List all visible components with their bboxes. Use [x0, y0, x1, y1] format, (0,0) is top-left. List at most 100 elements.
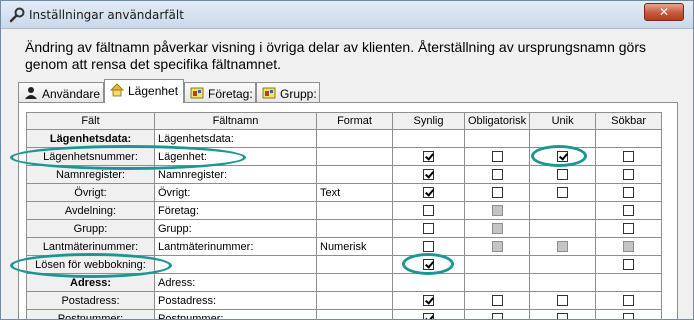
- obligatorisk-cell: [463, 255, 531, 274]
- field-label: Lantmäterinummer:: [26, 237, 155, 256]
- field-name-cell[interactable]: Adress:: [154, 273, 317, 292]
- sokbar-checkbox[interactable]: [623, 223, 635, 235]
- tab-panel-lagenhet: Fält Fältnamn Format Synlig Obligatorisk…: [10, 102, 678, 319]
- format-cell[interactable]: [316, 129, 393, 148]
- field-name-cell[interactable]: Övrigt:: [154, 183, 317, 202]
- sokbar-checkbox[interactable]: [623, 259, 635, 271]
- header-format[interactable]: Format: [316, 112, 393, 130]
- obligatorisk-cell: [463, 201, 531, 220]
- close-button[interactable]: ✕: [644, 3, 684, 21]
- format-cell[interactable]: Text: [316, 183, 393, 202]
- header-sokbar[interactable]: Sökbar: [595, 112, 663, 130]
- format-cell[interactable]: [316, 147, 393, 166]
- field-name-cell[interactable]: Postnummer:: [154, 309, 317, 319]
- obligatorisk-checkbox[interactable]: [491, 313, 503, 319]
- unik-checkbox[interactable]: [557, 187, 569, 199]
- settings-window: Inställningar användarfält ✕ Ändring av …: [0, 0, 694, 320]
- field-label: Grupp:: [26, 219, 155, 238]
- unik-checkbox[interactable]: [557, 169, 569, 181]
- obligatorisk-cell: [463, 147, 531, 166]
- obligatorisk-cell: [463, 165, 531, 184]
- sokbar-cell: [595, 309, 663, 319]
- sokbar-cell: [595, 291, 663, 310]
- obligatorisk-checkbox[interactable]: [491, 169, 503, 181]
- obligatorisk-checkbox: [491, 205, 503, 217]
- field-name-cell[interactable]: Företag:: [154, 201, 317, 220]
- synlig-checkbox[interactable]: [423, 223, 434, 235]
- header-synlig[interactable]: Synlig: [392, 112, 465, 130]
- sokbar-checkbox[interactable]: [623, 187, 635, 199]
- synlig-checkbox[interactable]: [423, 169, 434, 181]
- sokbar-checkbox[interactable]: [623, 295, 635, 307]
- unik-checkbox[interactable]: [557, 295, 569, 307]
- synlig-checkbox[interactable]: [423, 151, 434, 163]
- format-cell[interactable]: [316, 291, 393, 310]
- header-faltnamn[interactable]: Fältnamn: [154, 112, 317, 130]
- tab-grupp[interactable]: Grupp:: [256, 82, 320, 103]
- synlig-cell: [392, 291, 465, 310]
- synlig-cell: [392, 201, 465, 220]
- field-name-cell[interactable]: Lägenhet:: [154, 147, 317, 166]
- header-obligatorisk[interactable]: Obligatorisk: [463, 112, 531, 130]
- table-row: Lösen för webbokning:: [26, 255, 663, 274]
- unik-checkbox[interactable]: [557, 313, 569, 319]
- field-label: Namnregister:: [26, 165, 155, 184]
- unik-cell: [529, 219, 597, 238]
- window-title: Inställningar användarfält: [29, 8, 184, 22]
- unik-checkbox: [557, 241, 569, 253]
- format-cell[interactable]: [316, 309, 393, 319]
- sokbar-cell: [595, 147, 663, 166]
- unik-cell: [529, 129, 597, 148]
- sokbar-checkbox: [623, 241, 635, 253]
- synlig-checkbox[interactable]: [423, 259, 434, 271]
- unik-checkbox[interactable]: [557, 151, 569, 163]
- tab-lagenhet-label: Lägenhet: [128, 84, 179, 98]
- field-label: Postadress:: [26, 291, 155, 310]
- format-cell[interactable]: [316, 255, 393, 274]
- table-row: Övrigt: Övrigt: Text: [26, 183, 663, 202]
- user-icon: [25, 87, 37, 99]
- field-label: Avdelning:: [26, 201, 155, 220]
- sokbar-checkbox[interactable]: [623, 169, 635, 181]
- unik-cell: [529, 255, 597, 274]
- house-icon: [110, 83, 124, 97]
- sokbar-cell: [595, 129, 663, 148]
- field-name-cell[interactable]: Grupp:: [154, 219, 317, 238]
- obligatorisk-checkbox[interactable]: [491, 295, 503, 307]
- format-cell[interactable]: [316, 165, 393, 184]
- field-label: Övrigt:: [26, 183, 155, 202]
- header-falt[interactable]: Fält: [26, 112, 155, 130]
- format-cell[interactable]: [316, 219, 393, 238]
- tab-anvandare[interactable]: Användare: [18, 82, 104, 103]
- obligatorisk-checkbox[interactable]: [491, 151, 503, 163]
- format-cell[interactable]: [316, 201, 393, 220]
- close-icon: ✕: [658, 5, 670, 19]
- field-name-cell[interactable]: Namnregister:: [154, 165, 317, 184]
- field-name-cell[interactable]: Lägenhetsdata:: [154, 129, 317, 148]
- field-name-cell[interactable]: Postadress:: [154, 291, 317, 310]
- format-cell[interactable]: Numerisk: [316, 237, 393, 256]
- table-row: Postadress: Postadress:: [26, 291, 663, 310]
- tab-foretag-label: Företag:: [208, 87, 253, 101]
- unik-cell: [529, 201, 597, 220]
- field-name-cell[interactable]: [154, 255, 317, 274]
- obligatorisk-cell: [463, 219, 531, 238]
- tab-lagenhet[interactable]: Lägenhet: [104, 79, 184, 103]
- tab-foretag[interactable]: Företag:: [184, 82, 256, 103]
- format-cell[interactable]: [316, 273, 393, 292]
- synlig-checkbox[interactable]: [423, 295, 434, 307]
- synlig-checkbox[interactable]: [423, 187, 434, 199]
- wrench-icon: [9, 7, 25, 23]
- obligatorisk-checkbox: [491, 241, 503, 253]
- synlig-checkbox[interactable]: [423, 313, 434, 319]
- obligatorisk-checkbox[interactable]: [491, 187, 503, 199]
- synlig-checkbox[interactable]: [423, 241, 434, 253]
- header-unik[interactable]: Unik: [529, 112, 597, 130]
- synlig-checkbox[interactable]: [423, 205, 434, 217]
- sokbar-checkbox[interactable]: [623, 313, 635, 319]
- field-name-cell[interactable]: Lantmäterinummer:: [154, 237, 317, 256]
- sokbar-checkbox[interactable]: [623, 205, 635, 217]
- title-bar[interactable]: Inställningar användarfält ✕: [1, 1, 693, 29]
- synlig-cell: [392, 309, 465, 319]
- sokbar-checkbox[interactable]: [623, 151, 635, 163]
